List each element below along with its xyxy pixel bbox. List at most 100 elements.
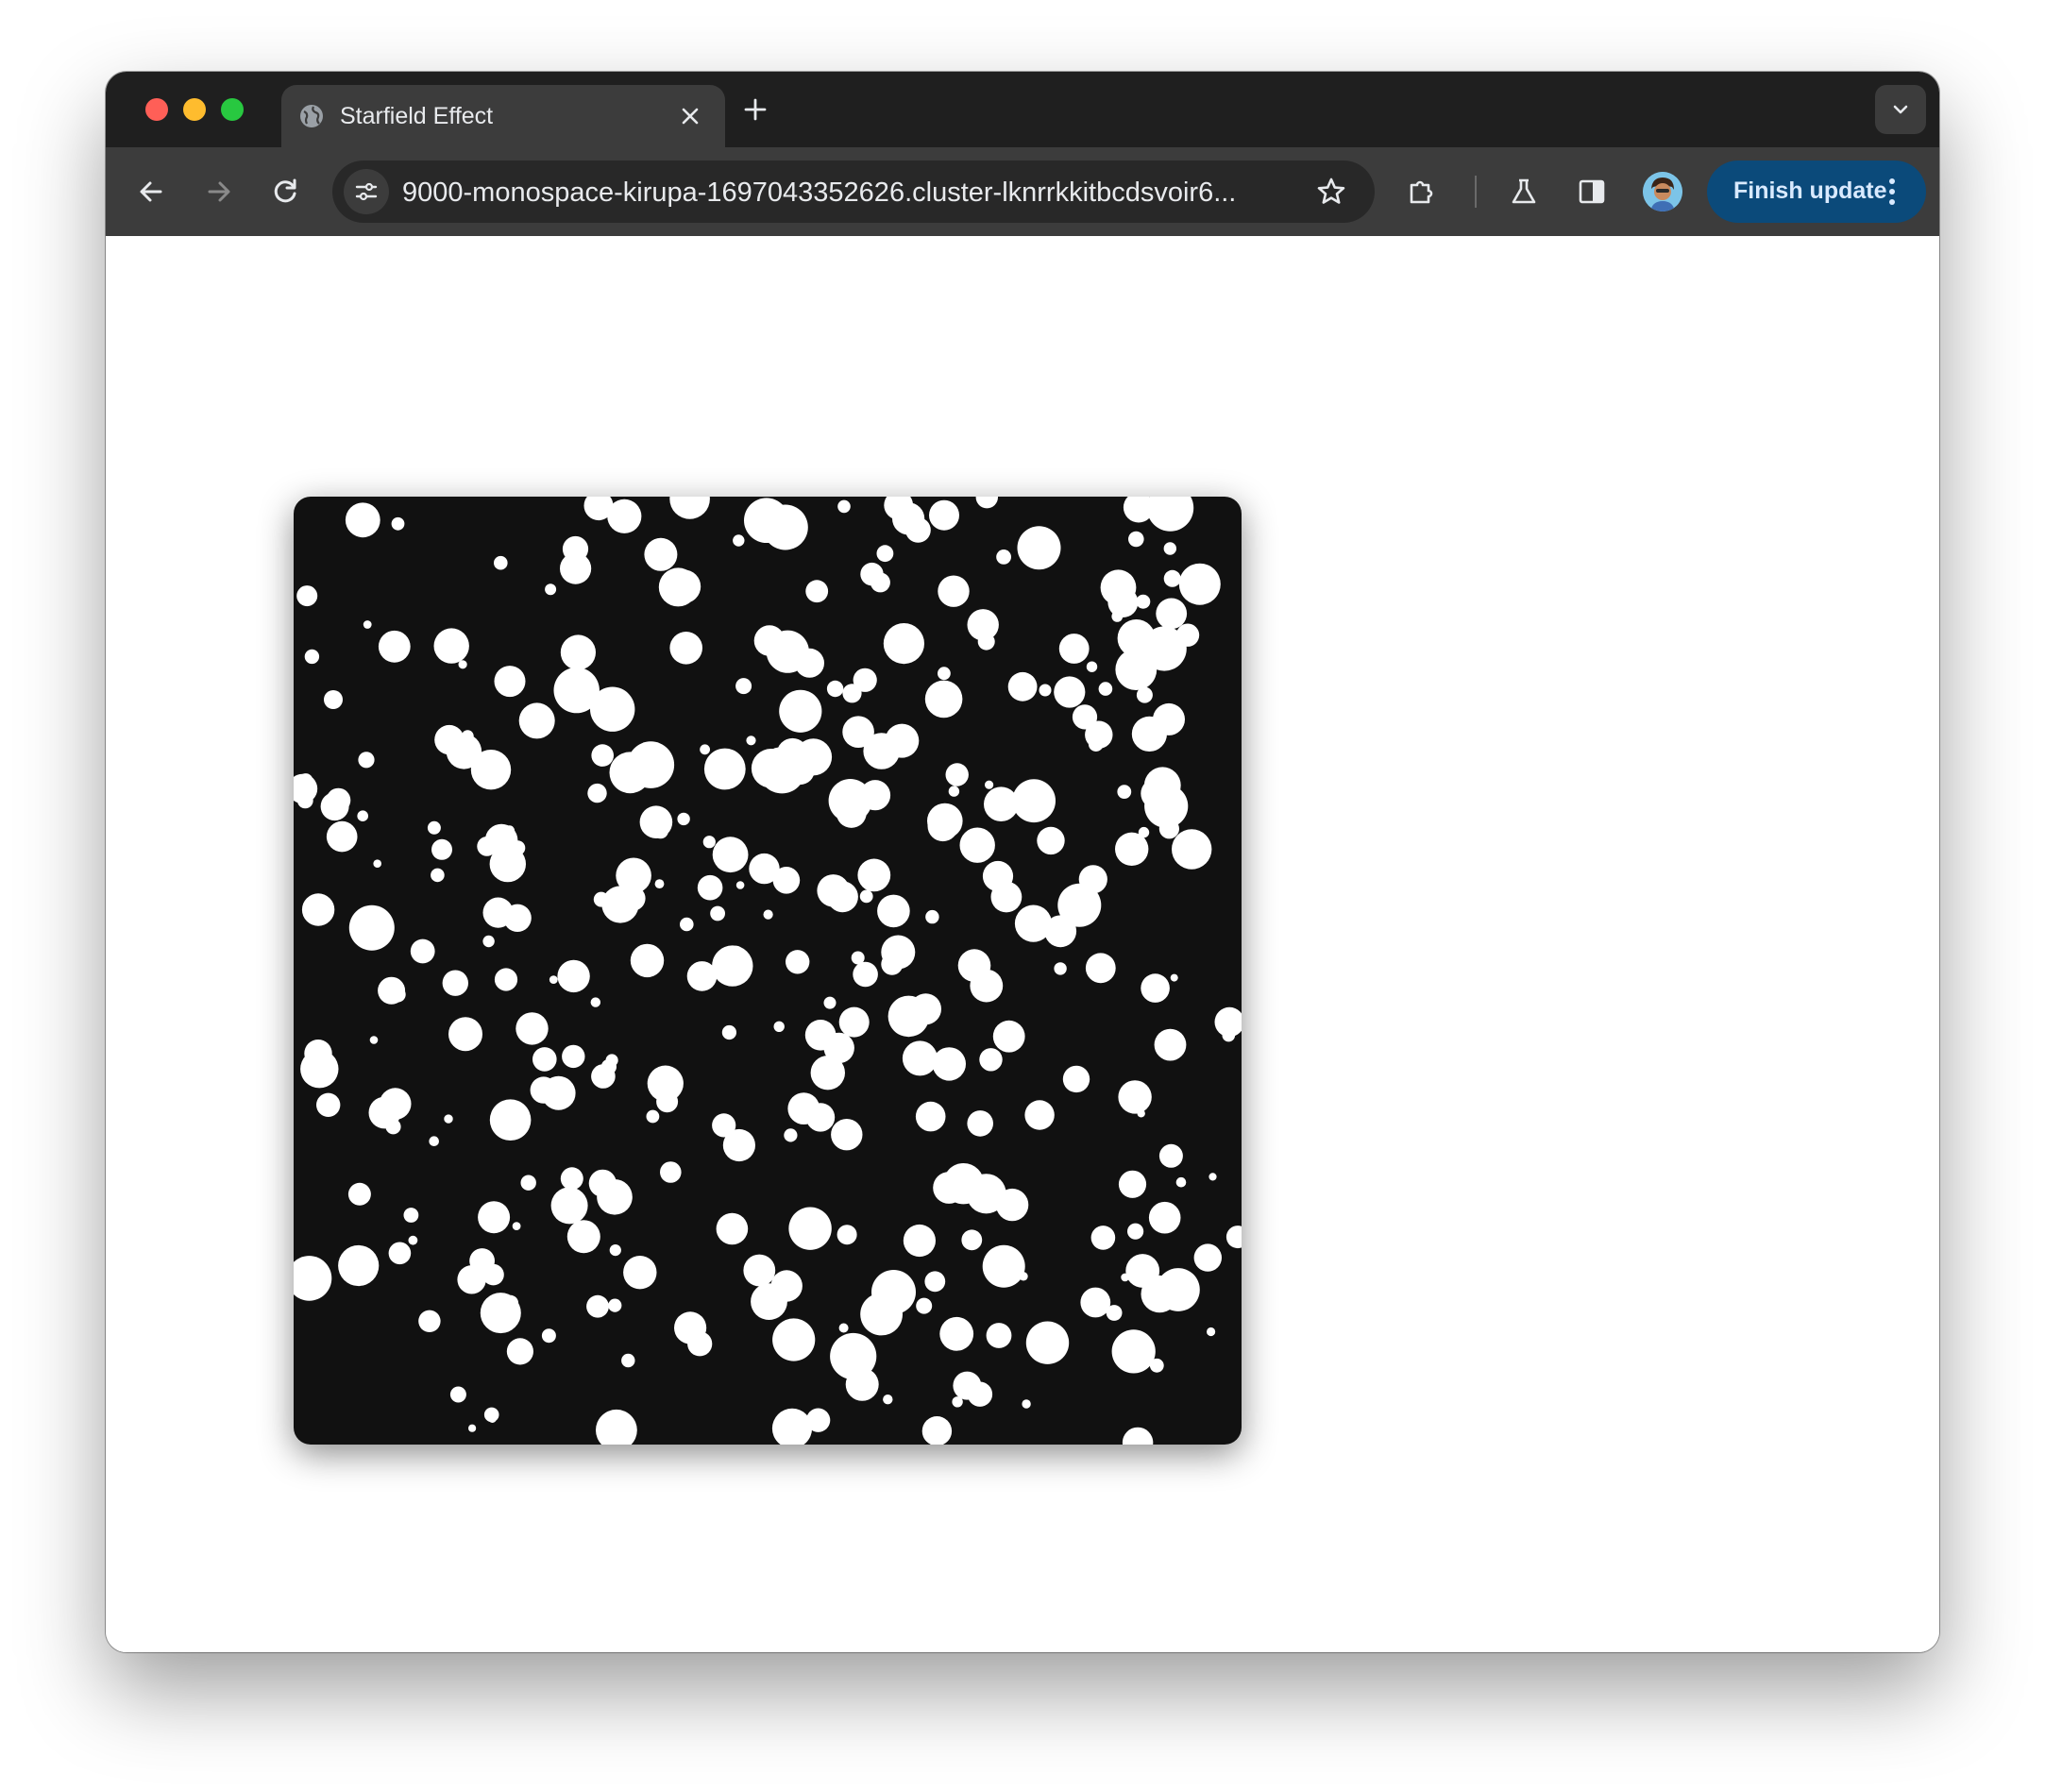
star — [1039, 684, 1052, 697]
puzzle-icon[interactable] — [1405, 175, 1439, 209]
site-info-button[interactable] — [344, 169, 389, 214]
tab-starfield-effect[interactable]: Starfield Effect — [281, 85, 725, 147]
star — [838, 1323, 849, 1333]
star — [1178, 563, 1221, 605]
star — [494, 968, 518, 991]
star — [669, 497, 710, 519]
chevron-down-icon — [1893, 105, 1908, 114]
star — [410, 938, 435, 964]
star — [716, 1212, 749, 1245]
star — [301, 893, 335, 926]
address-bar[interactable]: 9000-monospace-kirupa-1697043352626.clus… — [332, 161, 1375, 223]
star — [837, 499, 851, 514]
star — [630, 943, 665, 978]
close-icon[interactable] — [678, 104, 702, 128]
star — [1128, 531, 1144, 548]
star-icon[interactable] — [1314, 175, 1348, 209]
close-window-button[interactable] — [145, 98, 168, 121]
star — [1127, 1223, 1144, 1240]
star — [942, 1163, 985, 1205]
star — [876, 545, 894, 563]
star — [1163, 542, 1176, 555]
star — [590, 686, 635, 732]
star — [857, 858, 891, 892]
star — [1175, 1176, 1187, 1188]
star — [697, 874, 723, 901]
star — [324, 690, 343, 709]
star — [967, 1110, 993, 1137]
star — [608, 1298, 622, 1312]
star — [1118, 1080, 1152, 1114]
tab-search-button[interactable] — [1875, 85, 1926, 134]
star — [975, 497, 998, 509]
star — [831, 1119, 863, 1151]
star — [458, 660, 467, 669]
star — [357, 810, 368, 821]
star — [326, 820, 358, 853]
star — [938, 667, 951, 681]
arrow-right-icon[interactable] — [202, 175, 236, 209]
star — [1208, 1173, 1217, 1181]
finish-update-button[interactable]: Finish update — [1707, 161, 1926, 223]
star — [1154, 1028, 1187, 1061]
star — [1222, 1028, 1236, 1042]
star — [702, 836, 716, 849]
star — [502, 1294, 519, 1311]
star — [363, 620, 372, 629]
star — [779, 689, 822, 733]
star — [680, 917, 694, 932]
star — [654, 879, 665, 888]
star — [735, 678, 752, 695]
star — [1044, 915, 1077, 948]
tab-title: Starfield Effect — [340, 103, 494, 129]
flask-icon[interactable] — [1507, 175, 1541, 209]
plus-icon[interactable] — [742, 96, 769, 123]
browser-toolbar: 9000-monospace-kirupa-1697043352626.clus… — [106, 147, 1939, 236]
star — [916, 1297, 933, 1314]
star — [860, 562, 884, 586]
star — [939, 1316, 974, 1351]
minimize-window-button[interactable] — [183, 98, 206, 121]
star — [804, 1020, 837, 1051]
star — [837, 1225, 857, 1245]
star — [348, 904, 395, 951]
arrow-left-icon[interactable] — [134, 175, 168, 209]
star — [1170, 973, 1178, 982]
star — [762, 504, 808, 550]
star — [771, 1408, 813, 1445]
maximize-window-button[interactable] — [221, 98, 244, 121]
star — [788, 1207, 832, 1250]
star — [1085, 953, 1116, 984]
more-vert-icon[interactable] — [1886, 178, 1898, 207]
star — [586, 1294, 609, 1318]
reload-icon[interactable] — [268, 175, 302, 209]
star — [924, 1271, 946, 1293]
star — [959, 827, 995, 863]
side-panel-icon[interactable] — [1575, 175, 1609, 209]
avatar[interactable] — [1643, 172, 1682, 211]
star — [772, 1318, 816, 1361]
star — [378, 976, 406, 1005]
star — [478, 1201, 511, 1234]
star — [970, 969, 1004, 1003]
star — [446, 734, 482, 769]
star — [828, 779, 872, 822]
star — [903, 1224, 937, 1258]
star — [838, 1006, 870, 1038]
star — [830, 1332, 877, 1380]
star — [560, 552, 592, 584]
star — [369, 1036, 379, 1044]
star — [823, 996, 837, 1009]
star — [541, 1328, 556, 1344]
star — [1054, 676, 1086, 708]
star — [786, 950, 810, 974]
star — [763, 909, 773, 920]
star — [982, 1244, 1025, 1288]
star — [927, 810, 958, 842]
star — [826, 680, 844, 698]
star — [605, 1054, 618, 1067]
star — [853, 961, 878, 988]
star — [433, 628, 469, 664]
star — [656, 1090, 679, 1113]
star — [560, 634, 596, 670]
